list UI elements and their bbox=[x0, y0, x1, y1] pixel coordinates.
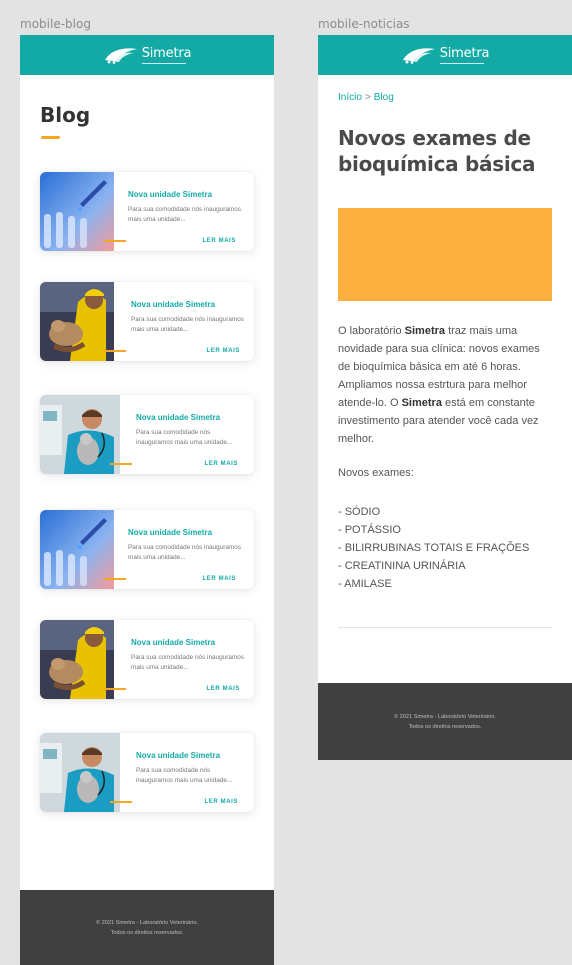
man-with-puppy-image bbox=[40, 620, 114, 699]
card-excerpt: Para sua comodidade nós inauguramos mais… bbox=[131, 654, 244, 671]
read-more-link[interactable]: LER MAIS bbox=[203, 576, 236, 582]
card-title[interactable]: Nova unidade Simetra bbox=[136, 413, 220, 422]
lab-test-tubes-image bbox=[40, 172, 114, 251]
card-accent-line bbox=[110, 463, 132, 465]
logo-subline bbox=[141, 62, 186, 64]
footer-copyright: © 2021 Simetra - Laboratório Veterinário… bbox=[393, 713, 497, 720]
breadcrumb-separator: > bbox=[364, 92, 371, 103]
footer-rights: Todos os direitos reservados. bbox=[408, 723, 482, 730]
footer-copyright: © 2021 Simetra - Laboratório Veterinário… bbox=[95, 919, 199, 926]
header: Simetra bbox=[20, 35, 274, 75]
card-title[interactable]: Nova unidade Simetra bbox=[131, 300, 215, 309]
card-image bbox=[40, 395, 120, 474]
footer: © 2021 Simetra - Laboratório Veterinário… bbox=[20, 890, 274, 965]
mobile-blog-frame: Simetra Blog Nova unidade Simetra Para s… bbox=[20, 35, 274, 965]
card-excerpt: Para sua comodidade nós inauguramos mais… bbox=[131, 316, 244, 333]
list-item: - POTÁSSIO bbox=[338, 524, 401, 536]
read-more-link[interactable]: LER MAIS bbox=[205, 461, 238, 467]
card-image bbox=[40, 510, 114, 589]
list-item: - AMILASE bbox=[338, 578, 392, 590]
card-accent-line bbox=[110, 801, 132, 803]
card-accent-line bbox=[104, 578, 126, 580]
blog-card[interactable]: Nova unidade Simetra Para sua comodidade… bbox=[40, 172, 254, 251]
read-more-link[interactable]: LER MAIS bbox=[207, 348, 240, 354]
card-accent-line bbox=[104, 350, 126, 352]
list-item: - BILIRRUBINAS TOTAIS E FRAÇÕES bbox=[338, 542, 530, 554]
read-more-link[interactable]: LER MAIS bbox=[205, 799, 238, 805]
mobile-noticias-frame: Simetra Início > Blog Novos exames de bioq… bbox=[318, 35, 572, 760]
card-title[interactable]: Nova unidade Simetra bbox=[128, 528, 212, 537]
exam-list: - SÓDIO - POTÁSSIO - BILIRRUBINAS TOTAIS… bbox=[338, 503, 529, 593]
logo[interactable]: Simetra bbox=[103, 45, 192, 64]
logo[interactable]: Simetra bbox=[401, 45, 490, 64]
card-image bbox=[40, 620, 114, 699]
breadcrumb: Início > Blog bbox=[338, 92, 394, 103]
blog-card[interactable]: Nova unidade Simetra Para sua comodidade… bbox=[40, 395, 254, 474]
card-accent-line bbox=[104, 240, 126, 242]
list-item: - SÓDIO bbox=[338, 506, 381, 518]
footer-rights: Todos os direitos reservados. bbox=[110, 929, 184, 936]
page-title: Blog bbox=[40, 103, 91, 127]
blog-card[interactable]: Nova unidade Simetra Para sua comodidade… bbox=[40, 733, 254, 812]
article-hero-image bbox=[338, 208, 552, 301]
frame-label-blog: mobile-blog bbox=[20, 17, 91, 31]
blog-card[interactable]: Nova unidade Simetra Para sua comodidade… bbox=[40, 282, 254, 361]
divider bbox=[338, 627, 552, 628]
card-excerpt: Para sua comodidade nós inauguramos mais… bbox=[128, 206, 241, 223]
blog-card[interactable]: Nova unidade Simetra Para sua comodidade… bbox=[40, 620, 254, 699]
blog-card[interactable]: Nova unidade Simetra Para sua comodidade… bbox=[40, 510, 254, 589]
header: Simetra bbox=[318, 35, 572, 75]
title-underline bbox=[41, 136, 60, 139]
card-title[interactable]: Nova unidade Simetra bbox=[131, 638, 215, 647]
breadcrumb-current[interactable]: Blog bbox=[374, 92, 394, 103]
vet-with-cat-image bbox=[40, 733, 120, 812]
footer: © 2021 Simetra - Laboratório Veterinário… bbox=[318, 683, 572, 760]
logo-text: Simetra bbox=[439, 45, 490, 61]
exams-label: Novos exames: bbox=[338, 467, 414, 479]
card-excerpt: Para sua comodidade nós inauguramos mais… bbox=[136, 767, 233, 784]
lab-test-tubes-image bbox=[40, 510, 114, 589]
article-title: Novos exames de bioquímica básica bbox=[338, 126, 536, 176]
logo-paw-icon bbox=[402, 48, 435, 64]
logo-subline bbox=[439, 62, 484, 64]
card-excerpt: Para sua comodidade nós inauguramos mais… bbox=[136, 429, 233, 446]
vet-with-cat-image bbox=[40, 395, 120, 474]
card-excerpt: Para sua comodidade nós inauguramos mais… bbox=[128, 544, 241, 561]
card-image bbox=[40, 282, 114, 361]
logo-paw-icon bbox=[104, 48, 137, 64]
card-image bbox=[40, 172, 114, 251]
logo-text: Simetra bbox=[141, 45, 192, 61]
read-more-link[interactable]: LER MAIS bbox=[203, 238, 236, 244]
card-accent-line bbox=[104, 688, 126, 690]
read-more-link[interactable]: LER MAIS bbox=[207, 686, 240, 692]
article-body: O laboratório Simetra traz mais uma novi… bbox=[338, 325, 540, 445]
breadcrumb-home[interactable]: Início bbox=[338, 92, 362, 103]
list-item: - CREATININA URINÁRIA bbox=[338, 560, 466, 572]
card-image bbox=[40, 733, 120, 812]
card-title[interactable]: Nova unidade Simetra bbox=[136, 751, 220, 760]
frame-label-news: mobile-noticias bbox=[318, 17, 410, 31]
man-with-puppy-image bbox=[40, 282, 114, 361]
card-title[interactable]: Nova unidade Simetra bbox=[128, 190, 212, 199]
